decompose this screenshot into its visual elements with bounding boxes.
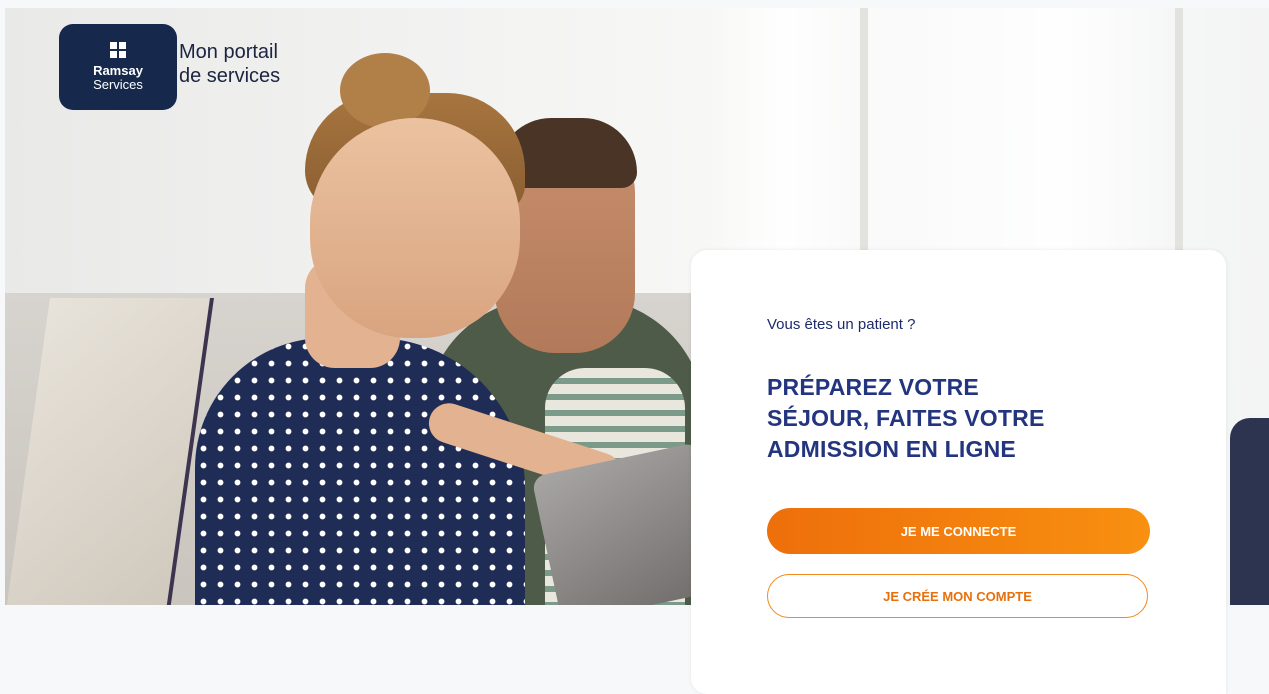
create-account-button[interactable]: JE CRÉE MON COMPTE [767, 574, 1148, 618]
logo-name: Ramsay [93, 63, 143, 78]
woman-head [310, 118, 520, 338]
woman-dotted-top [195, 338, 525, 605]
card-title-line: PRÉPAREZ VOTRE [767, 374, 979, 400]
portal-title-line2: de services [179, 65, 281, 87]
logo-sub: Services [93, 77, 143, 92]
portal-title-line1: Mon portail [179, 41, 278, 63]
woman-hair-bun [340, 53, 430, 128]
portal-title: Mon portail de services [179, 40, 280, 88]
login-button[interactable]: JE ME CONNECTE [767, 508, 1150, 554]
brand-header: Ramsay Services Mon portail de services [59, 24, 280, 110]
card-title-line: SÉJOUR, FAITES VOTRE [767, 405, 1045, 431]
ramsay-logo[interactable]: Ramsay Services [59, 24, 177, 110]
patient-card: Vous êtes un patient ? PRÉPAREZ VOTRE SÉ… [691, 250, 1226, 694]
ramsay-logo-icon [110, 42, 126, 58]
background-object [1230, 418, 1269, 605]
card-subtitle: Vous êtes un patient ? [767, 316, 916, 333]
card-title: PRÉPAREZ VOTRE SÉJOUR, FAITES VOTRE ADMI… [767, 372, 1147, 465]
card-title-line: ADMISSION EN LIGNE [767, 436, 1016, 462]
